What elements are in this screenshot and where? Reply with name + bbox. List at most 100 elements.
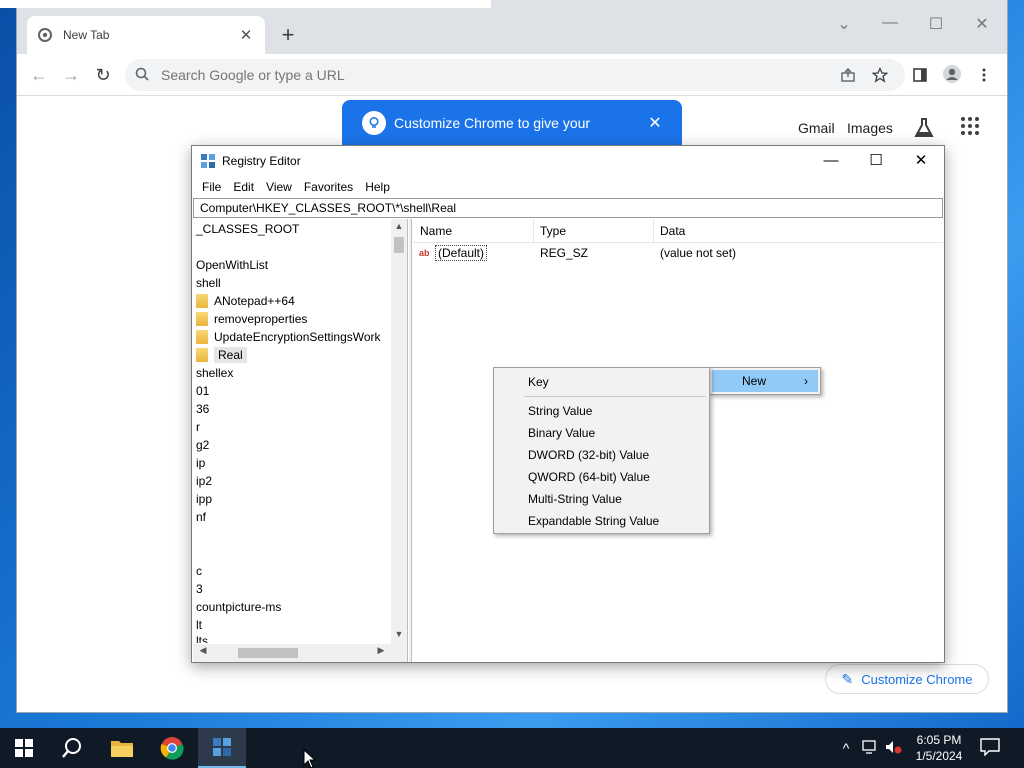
tree-item[interactable]: OpenWithList — [196, 257, 268, 273]
system-clock[interactable]: 6:05 PM 1/5/2024 — [906, 732, 972, 764]
folder-icon — [111, 741, 133, 757]
customize-chrome-button[interactable]: ✎ Customize Chrome — [825, 664, 989, 694]
clock-time: 6:05 PM — [916, 733, 962, 747]
tree-item[interactable]: ANotepad++64 — [196, 293, 295, 309]
tab-search-icon[interactable]: ⌄ — [829, 14, 859, 34]
tab-close-icon[interactable]: ✕ — [237, 26, 255, 44]
tree-item[interactable]: r — [196, 419, 200, 435]
tree-item[interactable]: ip — [196, 455, 205, 471]
tray-chevron-up-icon[interactable]: ^ — [836, 740, 856, 756]
menu-item-qword-value[interactable]: QWORD (64-bit) Value — [528, 469, 650, 485]
tree-horizontal-scrollbar[interactable]: ◀ ▶ — [193, 644, 407, 662]
promo-close-icon[interactable]: ✕ — [640, 113, 670, 133]
column-separator[interactable] — [653, 219, 654, 243]
bookmark-star-icon[interactable] — [869, 64, 891, 86]
menu-help[interactable]: Help — [359, 180, 396, 194]
reload-button[interactable]: ↻ — [91, 63, 115, 87]
more-menu-icon[interactable] — [973, 64, 995, 86]
regedit-minimize-button[interactable]: — — [808, 151, 854, 171]
scroll-thumb[interactable] — [394, 237, 404, 253]
tree-item[interactable]: ipp — [196, 491, 212, 507]
menu-favorites[interactable]: Favorites — [298, 180, 359, 194]
tree-item[interactable]: 36 — [196, 401, 209, 417]
tree-vertical-scrollbar[interactable]: ▲ ▼ — [391, 219, 407, 644]
tree-item[interactable]: 01 — [196, 383, 209, 399]
tree-item[interactable]: lts — [196, 633, 208, 643]
notification-icon[interactable] — [980, 738, 1002, 758]
tree-item[interactable]: countpicture-ms — [196, 599, 281, 615]
tree-item[interactable]: shellex — [196, 365, 233, 381]
menu-item-binary-value[interactable]: Binary Value — [528, 425, 595, 441]
menu-edit[interactable]: Edit — [227, 180, 260, 194]
regedit-maximize-button[interactable]: ☐ — [853, 151, 899, 171]
tree-item[interactable]: shell — [196, 275, 221, 291]
scroll-left-icon[interactable]: ◀ — [195, 645, 211, 656]
tree-item[interactable]: nf — [196, 509, 206, 525]
google-apps-icon[interactable] — [960, 116, 984, 140]
tree-item[interactable]: _CLASSES_ROOT — [196, 221, 299, 237]
registry-editor-icon — [213, 738, 231, 756]
menu-file[interactable]: File — [196, 180, 227, 194]
menu-item-expandable-string-value[interactable]: Expandable String Value — [528, 513, 659, 529]
folder-icon — [196, 348, 208, 362]
search-button[interactable] — [48, 728, 96, 768]
column-header-data[interactable]: Data — [660, 224, 685, 238]
menu-item-key[interactable]: Key — [528, 374, 549, 390]
regedit-close-button[interactable]: ✕ — [898, 151, 944, 171]
tree-item[interactable]: ip2 — [196, 473, 212, 489]
volume-muted-icon[interactable] — [884, 740, 904, 757]
list-header: Name Type Data — [413, 219, 943, 243]
images-link[interactable]: Images — [847, 120, 893, 136]
labs-flask-icon[interactable] — [912, 116, 936, 140]
menu-item-string-value[interactable]: String Value — [528, 403, 592, 419]
scroll-right-icon[interactable]: ▶ — [373, 645, 389, 656]
value-data: (value not set) — [660, 246, 737, 260]
menu-item-dword-value[interactable]: DWORD (32-bit) Value — [528, 447, 649, 463]
file-explorer-button[interactable] — [98, 728, 146, 768]
table-row[interactable]: ab (Default) REG_SZ (value not set) — [413, 245, 943, 263]
tree-item[interactable]: 3 — [196, 581, 203, 597]
chrome-taskbar-button[interactable] — [148, 728, 196, 768]
tree-item[interactable]: UpdateEncryptionSettingsWork — [196, 329, 381, 345]
omnibox[interactable] — [125, 59, 905, 91]
side-panel-icon[interactable] — [909, 64, 931, 86]
back-button[interactable]: ← — [27, 63, 51, 87]
column-header-type[interactable]: Type — [540, 224, 566, 238]
chrome-favicon-icon — [37, 27, 53, 43]
tree-item-label: UpdateEncryptionSettingsWork — [214, 330, 381, 344]
share-icon[interactable] — [837, 64, 859, 86]
gmail-link[interactable]: Gmail — [798, 120, 835, 136]
tree-item[interactable]: c — [196, 563, 202, 579]
tree-item[interactable]: g2 — [196, 437, 209, 453]
pane-splitter[interactable] — [409, 219, 412, 662]
background-window-edge — [0, 0, 491, 8]
registry-tree: _CLASSES_ROOT OpenWithList shell ANotepa… — [193, 219, 408, 662]
minimize-button[interactable]: — — [875, 14, 905, 32]
omnibox-input[interactable] — [161, 67, 801, 83]
column-header-name[interactable]: Name — [420, 224, 452, 238]
tree-item-selected[interactable]: Real — [196, 347, 247, 363]
menu-view[interactable]: View — [260, 180, 298, 194]
customize-chrome-label: Customize Chrome — [861, 671, 973, 687]
column-separator[interactable] — [533, 219, 534, 243]
address-bar[interactable]: Computer\HKEY_CLASSES_ROOT\*\shell\Real — [193, 198, 943, 218]
profile-avatar-icon[interactable] — [941, 63, 963, 85]
menu-item-multi-string-value[interactable]: Multi-String Value — [528, 491, 622, 507]
pencil-icon: ✎ — [841, 670, 854, 687]
start-button[interactable] — [0, 728, 48, 768]
menu-separator — [524, 396, 706, 397]
network-icon[interactable] — [860, 740, 880, 757]
tree-item[interactable]: removeproperties — [196, 311, 307, 327]
close-button[interactable]: ✕ — [967, 14, 997, 34]
registry-editor-taskbar-button[interactable] — [198, 728, 246, 768]
forward-button[interactable]: → — [59, 63, 83, 87]
maximize-button[interactable]: ☐ — [921, 14, 951, 34]
scroll-down-icon[interactable]: ▼ — [391, 629, 407, 639]
menu-item-new[interactable]: New › — [712, 370, 818, 392]
tab-new-tab[interactable]: New Tab ✕ — [27, 16, 265, 54]
scroll-up-icon[interactable]: ▲ — [391, 221, 407, 231]
tree-item[interactable]: lt — [196, 617, 202, 633]
new-tab-button[interactable]: + — [275, 22, 301, 48]
scroll-thumb[interactable] — [238, 648, 298, 658]
registry-editor-icon — [200, 153, 216, 169]
